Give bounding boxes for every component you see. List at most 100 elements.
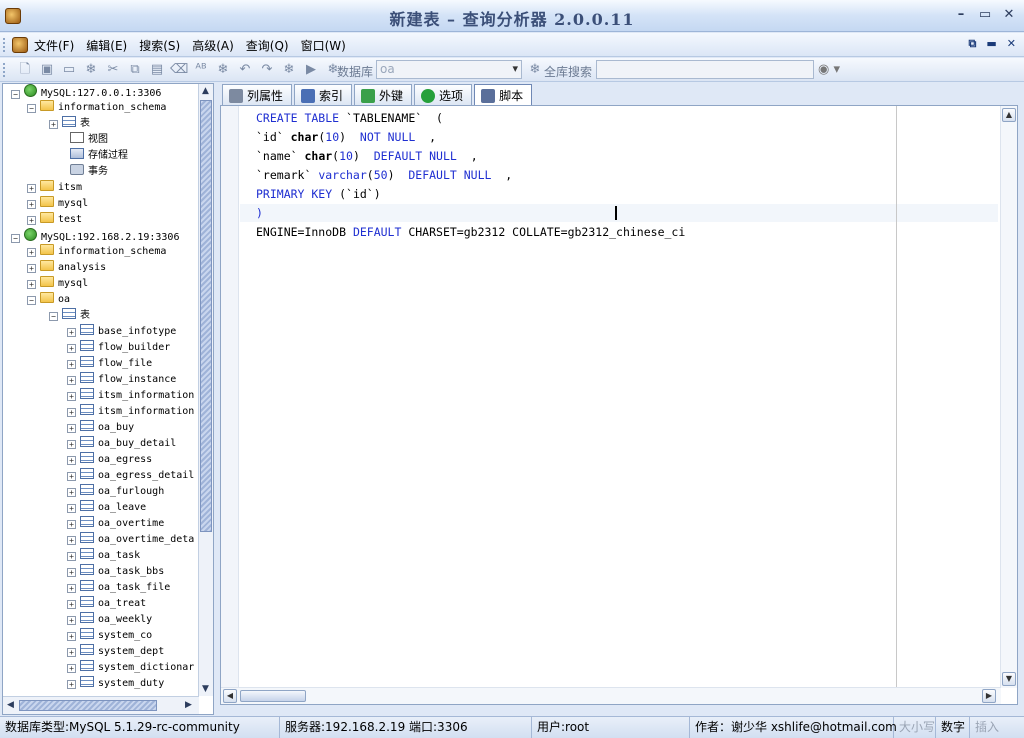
close-icon[interactable]: ✕ bbox=[1007, 37, 1016, 51]
tree-horizontal-scrollbar[interactable]: ◀ ▶ bbox=[3, 696, 199, 714]
tree-item[interactable]: 存储过程 bbox=[57, 148, 128, 164]
tree-item[interactable]: − MySQL:192.168.2.19:3306 bbox=[11, 228, 179, 244]
new-file-icon[interactable]: 🗋 bbox=[16, 61, 34, 79]
tree-item[interactable]: − oa bbox=[27, 292, 70, 308]
close-icon[interactable]: ✕ bbox=[1000, 6, 1018, 24]
tab-wrench[interactable]: 列属性 bbox=[222, 84, 293, 106]
expand-icon[interactable]: + bbox=[67, 328, 76, 337]
tree-item[interactable]: + oa_leave bbox=[67, 500, 146, 516]
redo-icon[interactable]: ↷ bbox=[258, 61, 276, 79]
tab-key[interactable]: 外键 bbox=[354, 84, 413, 106]
tree-item[interactable]: + itsm bbox=[27, 180, 82, 196]
expand-icon[interactable]: + bbox=[67, 632, 76, 641]
fulltext-search-input[interactable] bbox=[596, 60, 814, 79]
tree-item[interactable]: + 表 bbox=[49, 116, 90, 132]
expand-icon[interactable]: + bbox=[67, 504, 76, 513]
tree-item[interactable]: + oa_buy_detail bbox=[67, 436, 176, 452]
expand-icon[interactable]: + bbox=[67, 456, 76, 465]
snowflake-icon[interactable]: ❄ bbox=[82, 61, 100, 79]
expand-icon[interactable]: + bbox=[67, 536, 76, 545]
tree-item[interactable]: + system_co bbox=[67, 628, 152, 644]
expand-icon[interactable]: + bbox=[67, 584, 76, 593]
tree-item[interactable]: + flow_file bbox=[67, 356, 152, 372]
tree-item[interactable]: + oa_treat bbox=[67, 596, 146, 612]
expand-icon[interactable]: + bbox=[27, 280, 36, 289]
scroll-down-icon[interactable]: ▼ bbox=[202, 684, 209, 694]
tree-item[interactable]: + oa_task_bbs bbox=[67, 564, 164, 580]
tree-item[interactable]: + oa_overtime_deta bbox=[67, 532, 194, 548]
eye-icon[interactable]: ◉ ▾ bbox=[818, 62, 840, 77]
tree-item[interactable]: + oa_task bbox=[67, 548, 140, 564]
editor-vertical-scrollbar[interactable]: ▲ ▼ bbox=[1000, 106, 1017, 688]
tree-item[interactable]: + flow_instance bbox=[67, 372, 176, 388]
cut-icon[interactable]: ✂ bbox=[104, 61, 122, 79]
maximize-icon[interactable]: ▭ bbox=[976, 6, 994, 24]
tab-index[interactable]: 索引 bbox=[294, 84, 353, 106]
menu-item[interactable]: 编辑(E) bbox=[86, 37, 127, 54]
tree-item[interactable]: + oa_weekly bbox=[67, 612, 152, 628]
document-menu-icon[interactable] bbox=[12, 37, 28, 53]
expand-icon[interactable]: + bbox=[27, 184, 36, 193]
scroll-down-icon[interactable]: ▼ bbox=[1002, 672, 1016, 686]
save-icon[interactable]: ▣ bbox=[38, 61, 56, 79]
menu-item[interactable]: 文件(F) bbox=[34, 37, 74, 54]
expand-icon[interactable]: + bbox=[67, 472, 76, 481]
open-folder-icon[interactable]: ▭ bbox=[60, 61, 78, 79]
tree-item[interactable]: 视图 bbox=[57, 132, 108, 148]
expand-icon[interactable]: + bbox=[67, 616, 76, 625]
menu-item[interactable]: 查询(Q) bbox=[246, 37, 289, 54]
expand-icon[interactable]: + bbox=[67, 360, 76, 369]
tree-scroll-thumb[interactable] bbox=[200, 100, 212, 532]
editor-hscroll-thumb[interactable] bbox=[240, 690, 306, 702]
snowflake-icon[interactable]: ❄ bbox=[526, 61, 544, 79]
tree-vertical-scrollbar[interactable]: ▲ ▼ bbox=[198, 84, 213, 696]
tree-item[interactable]: + itsm_information bbox=[67, 388, 194, 404]
expand-icon[interactable]: + bbox=[67, 344, 76, 353]
tree-hscroll-thumb[interactable] bbox=[19, 700, 157, 711]
tree-item[interactable]: − information_schema bbox=[27, 100, 166, 116]
scroll-right-icon[interactable]: ▶ bbox=[185, 700, 192, 710]
collapse-icon[interactable]: − bbox=[49, 312, 58, 321]
tree-item[interactable]: + information_schema bbox=[27, 244, 166, 260]
menu-item[interactable]: 高级(A) bbox=[192, 37, 234, 54]
expand-icon[interactable]: + bbox=[67, 568, 76, 577]
dropdown-arrow-icon[interactable]: ▾ bbox=[512, 62, 518, 75]
tab-check[interactable]: 选项 bbox=[414, 84, 473, 106]
expand-icon[interactable]: + bbox=[67, 664, 76, 673]
replace-icon[interactable]: ᴬᴮ bbox=[192, 61, 210, 79]
collapse-icon[interactable]: − bbox=[11, 234, 20, 243]
tree-item[interactable]: + oa_furlough bbox=[67, 484, 164, 500]
tree-item[interactable]: − 表 bbox=[49, 308, 90, 324]
toolbar-grip[interactable] bbox=[3, 63, 6, 77]
tree-item[interactable]: + system_duty bbox=[67, 676, 164, 692]
tree-item[interactable]: + itsm_information bbox=[67, 404, 194, 420]
scroll-left-icon[interactable]: ◀ bbox=[223, 689, 237, 703]
scroll-up-icon[interactable]: ▲ bbox=[1002, 108, 1016, 122]
tree-item[interactable]: + oa_task_file bbox=[67, 580, 170, 596]
tree-item[interactable]: + oa_egress_detail bbox=[67, 468, 194, 484]
expand-icon[interactable]: + bbox=[67, 440, 76, 449]
expand-icon[interactable]: + bbox=[67, 648, 76, 657]
expand-icon[interactable]: + bbox=[27, 200, 36, 209]
tree-item[interactable]: + mysql bbox=[27, 276, 88, 292]
tree-item[interactable]: + test bbox=[27, 212, 82, 228]
tree-item[interactable]: + oa_overtime bbox=[67, 516, 164, 532]
tree-item[interactable]: + oa_egress bbox=[67, 452, 152, 468]
tree-item[interactable]: + mysql bbox=[27, 196, 88, 212]
expand-icon[interactable]: + bbox=[67, 552, 76, 561]
expand-icon[interactable]: + bbox=[67, 680, 76, 689]
expand-icon[interactable]: + bbox=[67, 408, 76, 417]
undo-icon[interactable]: ↶ bbox=[236, 61, 254, 79]
collapse-icon[interactable]: − bbox=[27, 104, 36, 113]
tab-script[interactable]: 脚本 bbox=[474, 84, 533, 107]
expand-icon[interactable]: + bbox=[27, 264, 36, 273]
expand-icon[interactable]: + bbox=[27, 216, 36, 225]
tree-item[interactable]: + oa_buy bbox=[67, 420, 134, 436]
sql-code[interactable]: CREATE TABLE `TABLENAME` (`id` char(10) … bbox=[256, 109, 685, 242]
collapse-icon[interactable]: − bbox=[11, 90, 20, 99]
tree-item[interactable]: + system_dictionar bbox=[67, 660, 194, 676]
scroll-left-icon[interactable]: ◀ bbox=[7, 700, 14, 710]
tree-item[interactable]: + flow_builder bbox=[67, 340, 170, 356]
database-select[interactable]: oa ▾ bbox=[376, 60, 522, 79]
menu-grip[interactable] bbox=[3, 38, 6, 52]
